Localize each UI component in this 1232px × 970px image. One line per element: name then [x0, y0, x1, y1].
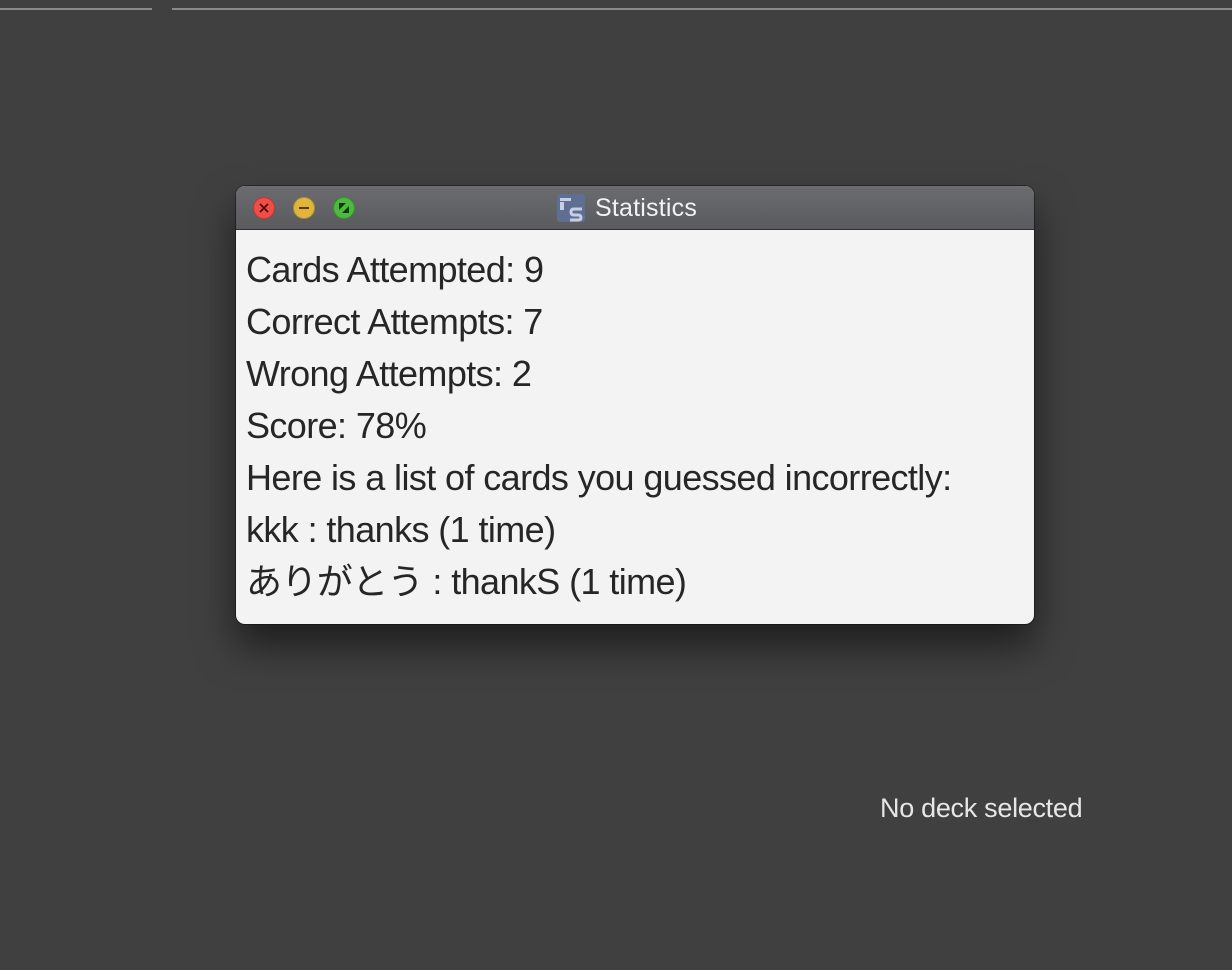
- correct-attempts-text: Correct Attempts: 7: [246, 301, 543, 342]
- window-titlebar[interactable]: Statistics: [236, 186, 1034, 230]
- zoom-button[interactable]: [333, 197, 355, 219]
- close-icon: [259, 203, 269, 213]
- top-divider-left: [0, 8, 152, 10]
- incorrect-card-item: kkk : thanks (1 time): [246, 509, 556, 550]
- wrong-attempts-text: Wrong Attempts: 2: [246, 353, 532, 394]
- incorrect-list-header: Here is a list of cards you guessed inco…: [246, 457, 952, 498]
- statistics-content: Cards Attempted: 9 Correct Attempts: 7 W…: [236, 230, 1034, 608]
- zoom-icon: [339, 203, 349, 213]
- statistics-window: Statistics Cards Attempted: 9 Correct At…: [236, 186, 1034, 624]
- window-title-group: Statistics: [556, 193, 697, 223]
- cards-attempted-text: Cards Attempted: 9: [246, 249, 544, 290]
- incorrect-card-item: ありがとう : thankS (1 time): [246, 561, 687, 602]
- flashcards-app-icon: [557, 194, 585, 222]
- top-divider-right: [172, 8, 1232, 10]
- score-text: Score: 78%: [246, 405, 427, 446]
- close-button[interactable]: [253, 197, 275, 219]
- minimize-button[interactable]: [293, 197, 315, 219]
- minimize-icon: [299, 207, 309, 209]
- window-title: Statistics: [595, 193, 698, 222]
- no-deck-status: No deck selected: [880, 793, 1083, 823]
